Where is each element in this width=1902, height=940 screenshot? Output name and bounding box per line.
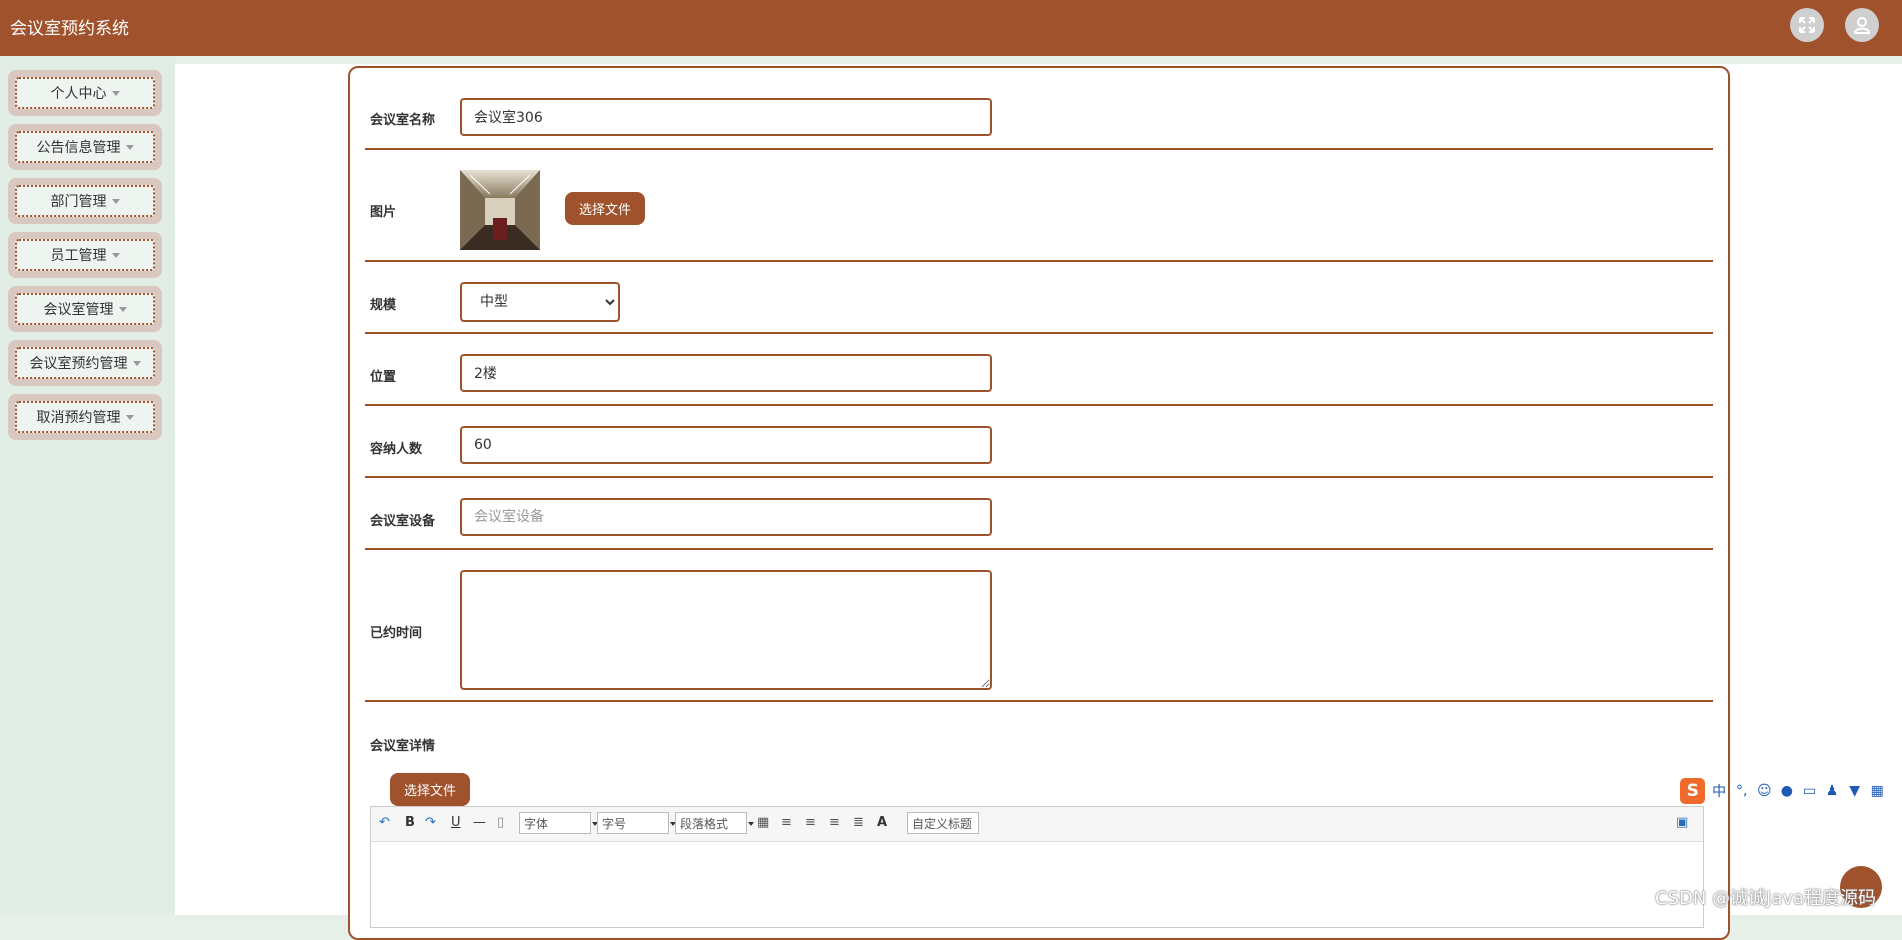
- sidebar-item-label: 个人中心: [50, 86, 107, 102]
- source-view-icon[interactable]: ▣: [1676, 815, 1688, 830]
- scale-select[interactable]: 中型: [460, 282, 620, 322]
- fullscreen-icon: [1799, 17, 1815, 33]
- custom-title-select-label: 自定义标题: [912, 817, 973, 831]
- keyboard-icon[interactable]: ▭: [1801, 783, 1819, 799]
- capacity-label: 容纳人数: [370, 442, 423, 457]
- grid-icon[interactable]: ▦: [1868, 783, 1886, 799]
- sidebar: 个人中心 公告信息管理 部门管理 员工管理 会议室管理 会议室预约管理 取消预约…: [0, 56, 175, 915]
- capacity-input[interactable]: [460, 426, 992, 464]
- image-label: 图片: [370, 205, 397, 220]
- align-justify-icon[interactable]: ≣: [853, 815, 864, 830]
- row-divider: [365, 260, 1713, 262]
- table-icon[interactable]: ▦: [757, 815, 769, 830]
- sidebar-item-inner: 个人中心: [15, 77, 155, 109]
- horizontal-rule-icon[interactable]: —: [473, 815, 486, 830]
- sidebar-item-label: 员工管理: [50, 248, 107, 264]
- room-image: [460, 170, 540, 250]
- paragraph-select[interactable]: 段落格式: [675, 812, 754, 834]
- punctuation-icon[interactable]: °,: [1733, 783, 1751, 799]
- choose-detail-file-button[interactable]: 选择文件: [390, 773, 470, 806]
- align-center-icon[interactable]: ≡: [829, 815, 840, 830]
- caret-down-icon: [132, 360, 141, 366]
- paragraph-select-label: 段落格式: [680, 817, 729, 831]
- person-icon[interactable]: ♟: [1823, 783, 1841, 799]
- user-icon: [1853, 17, 1871, 34]
- sidebar-item-inner: 部门管理: [15, 185, 155, 217]
- user-button[interactable]: [1845, 8, 1879, 42]
- bold-button[interactable]: B: [405, 815, 415, 830]
- app-title: 会议室预约系统: [10, 19, 129, 39]
- top-bar: 会议室预约系统: [0, 0, 1902, 56]
- location-input[interactable]: [460, 354, 992, 392]
- booked-time-textarea[interactable]: [460, 570, 992, 690]
- sidebar-item-inner: 公告信息管理: [15, 131, 155, 163]
- row-divider: [365, 476, 1713, 478]
- document-icon[interactable]: ▯: [497, 815, 504, 830]
- caret-down-icon: [125, 144, 134, 150]
- emoji-icon[interactable]: ☺: [1756, 783, 1774, 799]
- align-right-icon[interactable]: ≡: [805, 815, 816, 830]
- editor-toolbar: ↶ B ↷ U — ▯ 字体 字号 段落格式 ▦ ≡ ≡ ≡ ≣ A 自定义标题…: [371, 807, 1703, 842]
- sidebar-item-inner: 取消预约管理: [15, 401, 155, 433]
- sidebar-item-label: 会议室管理: [43, 302, 114, 318]
- sogou-logo-icon[interactable]: S: [1680, 778, 1706, 804]
- caret-down-icon: [111, 90, 120, 96]
- row-divider: [365, 548, 1713, 550]
- skin-icon[interactable]: ▼: [1846, 783, 1864, 799]
- equipment-input[interactable]: [460, 498, 992, 536]
- sidebar-item-inner: 员工管理: [15, 239, 155, 271]
- ime-toolbar: S 中 °, ☺ ● ▭ ♟ ▼ ▦: [1680, 776, 1886, 806]
- sidebar-item-inner: 会议室管理: [15, 293, 155, 325]
- font-select[interactable]: 字体: [519, 812, 598, 834]
- sidebar-item-label: 取消预约管理: [36, 410, 121, 426]
- row-divider: [365, 404, 1713, 406]
- font-select-label: 字体: [524, 817, 549, 831]
- sidebar-item-department[interactable]: 部门管理: [8, 178, 162, 224]
- font-size-select[interactable]: 字号: [597, 812, 676, 834]
- row-divider: [365, 148, 1713, 150]
- sidebar-item-reservation[interactable]: 会议室预约管理: [8, 340, 162, 386]
- align-left-icon[interactable]: ≡: [781, 815, 792, 830]
- sidebar-item-label: 部门管理: [50, 194, 107, 210]
- fullscreen-button[interactable]: [1790, 8, 1824, 42]
- name-label: 会议室名称: [370, 113, 436, 128]
- font-color-button[interactable]: A: [877, 815, 887, 830]
- custom-title-select[interactable]: 自定义标题: [907, 812, 979, 834]
- room-name-input[interactable]: [460, 98, 992, 136]
- undo-icon[interactable]: ↶: [379, 815, 390, 830]
- equipment-label: 会议室设备: [370, 514, 436, 529]
- ime-mode-label[interactable]: 中: [1710, 781, 1728, 801]
- choose-image-file-button[interactable]: 选择文件: [565, 192, 645, 225]
- sidebar-item-notice[interactable]: 公告信息管理: [8, 124, 162, 170]
- sidebar-item-meeting-room[interactable]: 会议室管理: [8, 286, 162, 332]
- location-label: 位置: [370, 370, 397, 385]
- sidebar-item-label: 公告信息管理: [36, 140, 121, 156]
- font-size-select-label: 字号: [602, 817, 627, 831]
- sidebar-item-cancel-reservation[interactable]: 取消预约管理: [8, 394, 162, 440]
- sidebar-item-personal-center[interactable]: 个人中心: [8, 70, 162, 116]
- sidebar-item-employee[interactable]: 员工管理: [8, 232, 162, 278]
- rich-text-editor[interactable]: ↶ B ↷ U — ▯ 字体 字号 段落格式 ▦ ≡ ≡ ≡ ≣ A 自定义标题…: [370, 806, 1704, 928]
- sidebar-item-inner: 会议室预约管理: [15, 347, 155, 379]
- caret-down-icon: [125, 414, 134, 420]
- dropdown-arrow-icon: [748, 822, 754, 826]
- row-divider: [365, 700, 1713, 702]
- row-divider: [365, 332, 1713, 334]
- caret-down-icon: [118, 306, 127, 312]
- caret-down-icon: [111, 252, 120, 258]
- caret-down-icon: [111, 198, 120, 204]
- scale-label: 规模: [370, 298, 397, 313]
- sidebar-item-label: 会议室预约管理: [29, 356, 128, 372]
- redo-icon[interactable]: ↷: [425, 815, 436, 830]
- watermark-text: CSDN @诚诚Java程度源码: [1655, 888, 1877, 909]
- microphone-icon[interactable]: ●: [1778, 783, 1796, 799]
- underline-button[interactable]: U: [451, 815, 461, 830]
- detail-label: 会议室详情: [370, 739, 436, 754]
- booked-time-label: 已约时间: [370, 626, 423, 641]
